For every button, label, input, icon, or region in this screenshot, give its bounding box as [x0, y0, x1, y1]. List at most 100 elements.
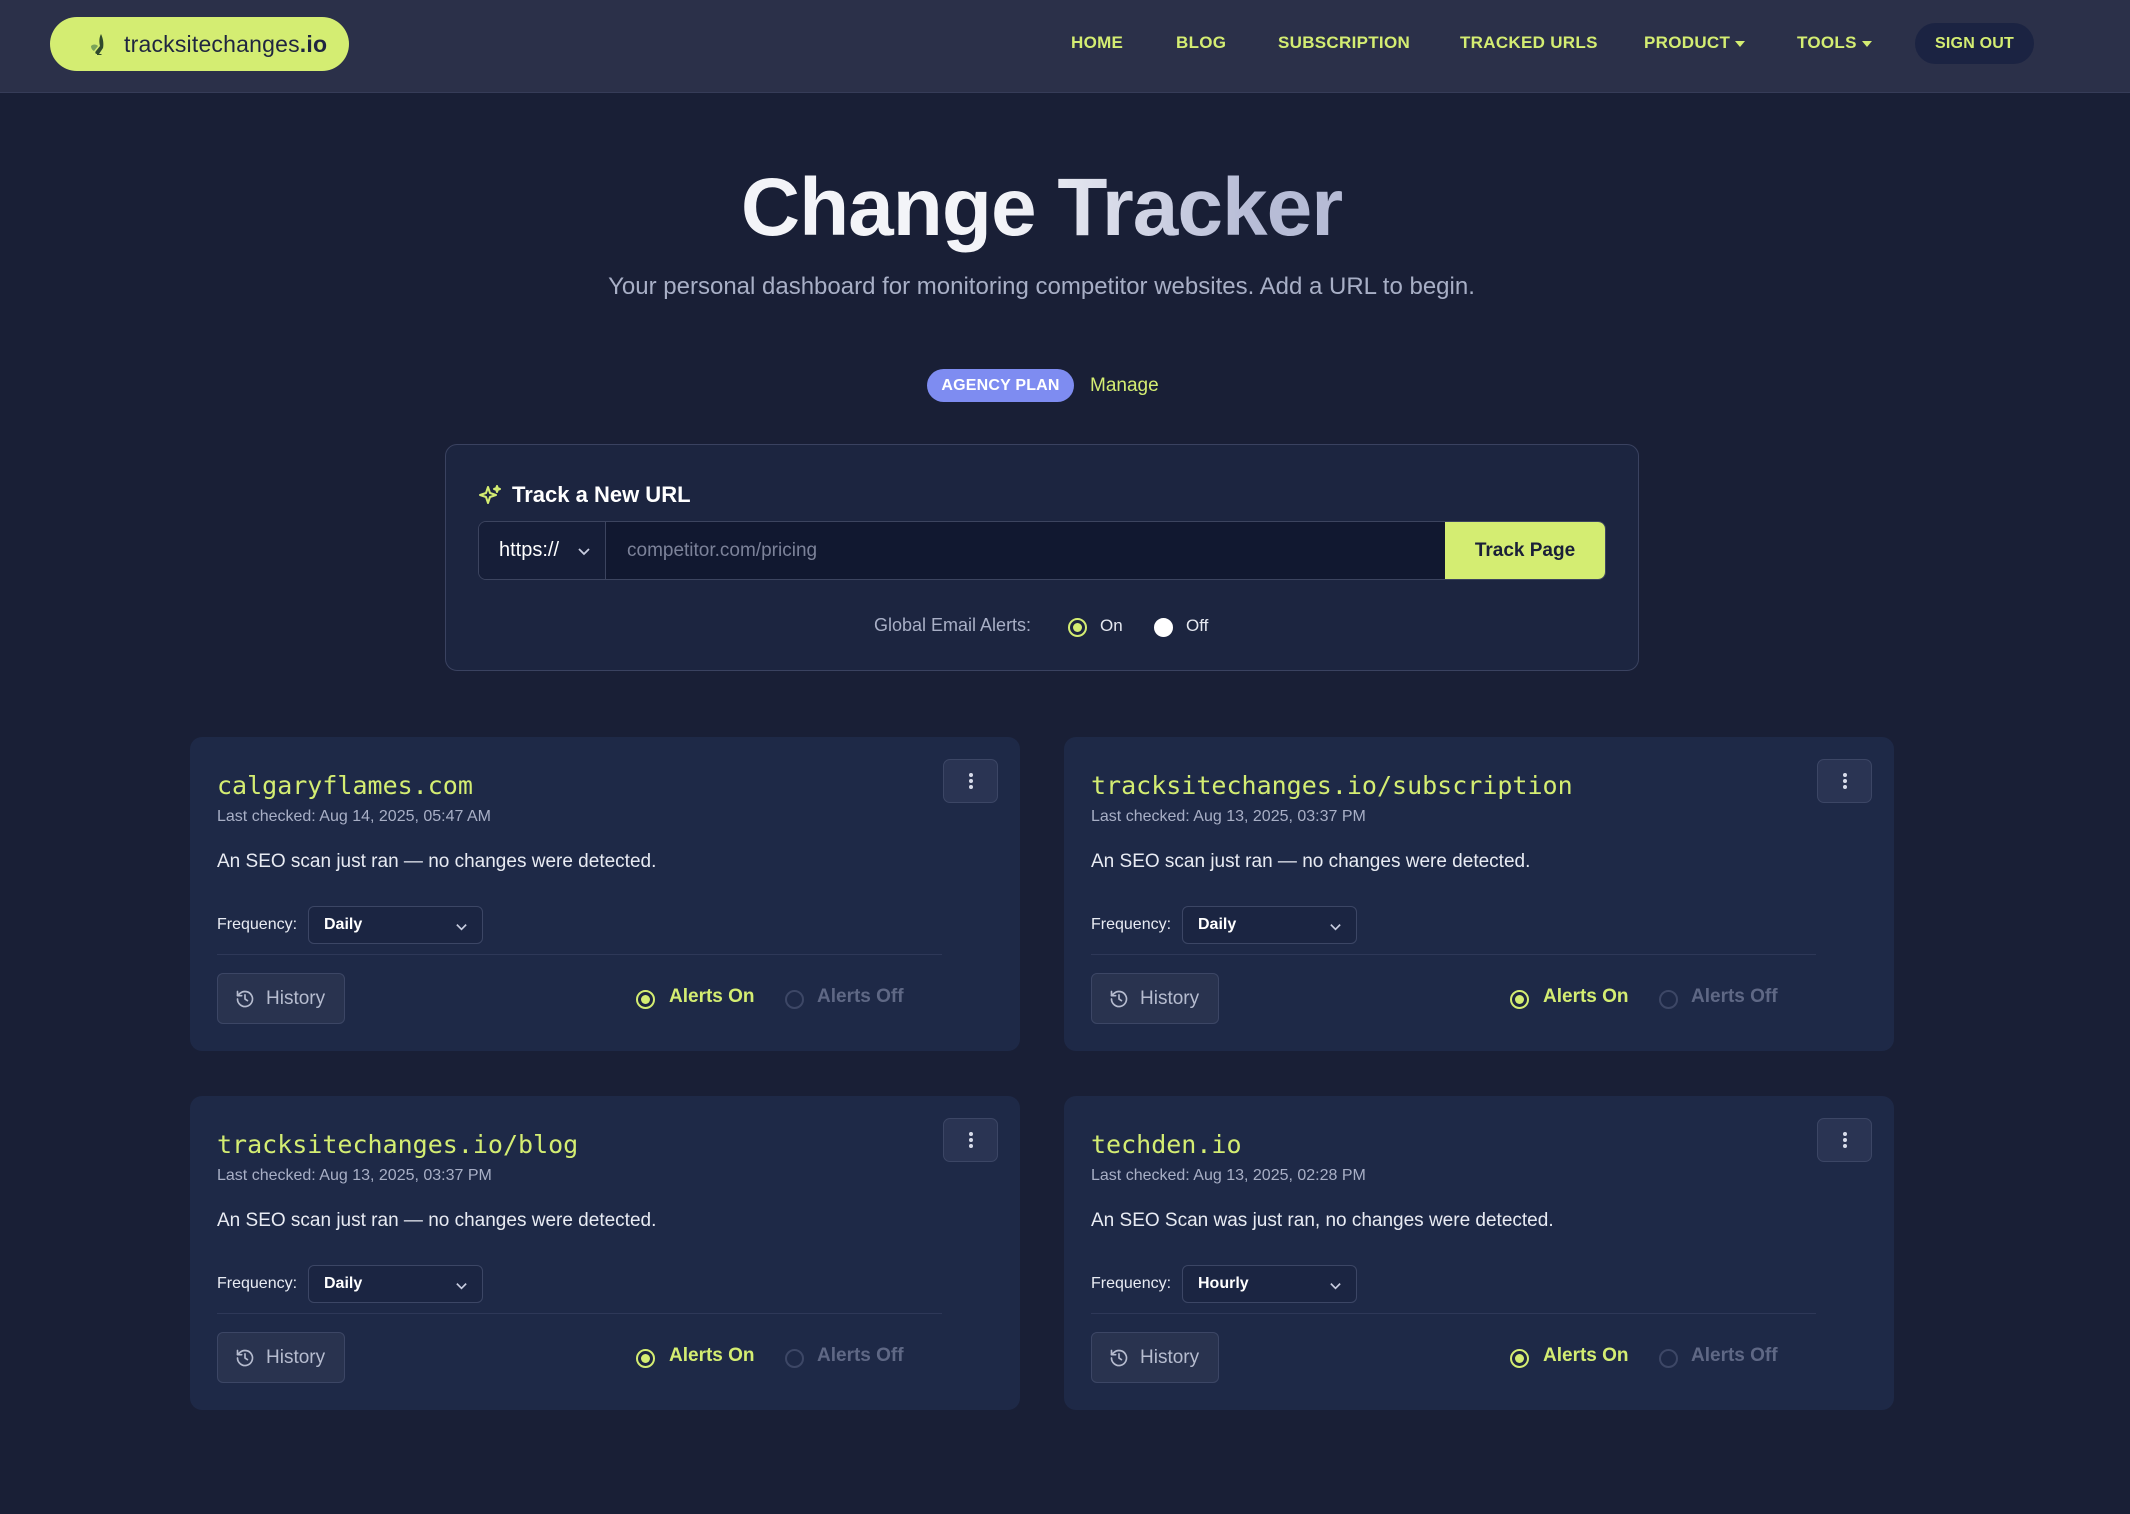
history-icon	[236, 1349, 254, 1367]
alerts-off-label[interactable]: Alerts Off	[1691, 1345, 1778, 1367]
page-subtitle: Your personal dashboard for monitoring c…	[608, 273, 1475, 300]
alerts-on-radio[interactable]	[1510, 1349, 1529, 1368]
alerts-off-radio[interactable]	[785, 1349, 804, 1368]
scan-status: An SEO Scan was just ran, no changes wer…	[1091, 1210, 1554, 1231]
track-heading: Track a New URL	[478, 479, 691, 511]
manage-plan-link[interactable]: Manage	[1090, 372, 1159, 400]
global-alerts-row: Global Email Alerts: On Off	[446, 613, 1640, 643]
caret-down-icon	[1735, 40, 1746, 47]
frequency-select[interactable]: Daily	[308, 906, 483, 944]
last-checked: Last checked: Aug 13, 2025, 03:37 PM	[217, 1167, 492, 1184]
alerts-on-radio[interactable]	[636, 990, 655, 1009]
alerts-off-label[interactable]: Alerts Off	[817, 986, 904, 1008]
frequency-select[interactable]: Daily	[308, 1265, 483, 1303]
alerts-on-radio[interactable]	[1510, 990, 1529, 1009]
last-checked: Last checked: Aug 14, 2025, 05:47 AM	[217, 808, 491, 825]
brand-name-suffix: .io	[299, 31, 328, 57]
global-alerts-off-radio[interactable]	[1154, 618, 1173, 637]
more-vertical-icon	[1842, 1132, 1847, 1148]
chevron-down-icon	[578, 548, 590, 556]
global-alerts-on-label[interactable]: On	[1100, 616, 1123, 636]
nav-blog[interactable]: BLOG	[1176, 30, 1226, 56]
tracked-url-card: tracksitechanges.io/subscription Last ch…	[1064, 737, 1894, 1051]
alerts-on-label[interactable]: Alerts On	[669, 986, 755, 1008]
alerts-on-label[interactable]: Alerts On	[669, 1345, 755, 1367]
sign-out-button[interactable]: SIGN OUT	[1915, 23, 2034, 64]
nav-tracked-urls[interactable]: TRACKED URLS	[1460, 30, 1598, 56]
alerts-off-radio[interactable]	[1659, 990, 1678, 1009]
nav-subscription[interactable]: SUBSCRIPTION	[1278, 30, 1410, 56]
caret-down-icon	[1861, 40, 1872, 47]
tracked-url-card: techden.io Last checked: Aug 13, 2025, 0…	[1064, 1096, 1894, 1410]
page-title: Change Tracker	[0, 158, 2083, 258]
frequency-label: Frequency:	[1091, 916, 1172, 933]
frequency-value: Hourly	[1198, 1275, 1249, 1292]
nav-home[interactable]: HOME	[1071, 30, 1123, 56]
frequency-select[interactable]: Hourly	[1182, 1265, 1357, 1303]
card-menu-button[interactable]	[1817, 759, 1872, 803]
history-button[interactable]: History	[1091, 973, 1219, 1024]
nav-tools-dropdown[interactable]: TOOLS	[1797, 30, 1872, 56]
more-vertical-icon	[968, 1132, 973, 1148]
alerts-off-label[interactable]: Alerts Off	[817, 1345, 904, 1367]
card-divider	[1091, 1313, 1816, 1314]
track-new-url-card: Track a New URL https:// Track Page Glob…	[445, 444, 1639, 671]
top-navbar: tracksitechanges.io HOME BLOG SUBSCRIPTI…	[0, 0, 2130, 93]
more-vertical-icon	[968, 773, 973, 789]
tracked-url[interactable]: techden.io	[1091, 1130, 1242, 1159]
last-checked: Last checked: Aug 13, 2025, 03:37 PM	[1091, 808, 1366, 825]
brand-name-prefix: tracksitechanges	[124, 31, 300, 57]
frequency-label: Frequency:	[217, 916, 298, 933]
history-button[interactable]: History	[217, 1332, 345, 1383]
tracked-url[interactable]: tracksitechanges.io/subscription	[1091, 771, 1573, 800]
alerts-on-label[interactable]: Alerts On	[1543, 986, 1629, 1008]
alerts-off-radio[interactable]	[1659, 1349, 1678, 1368]
protocol-select[interactable]: https://	[479, 522, 606, 579]
tracked-url-card: tracksitechanges.io/blog Last checked: A…	[190, 1096, 1020, 1410]
frequency-select[interactable]: Daily	[1182, 906, 1357, 944]
url-input-group: https:// Track Page	[478, 521, 1606, 580]
plan-badge: AGENCY PLAN	[927, 369, 1074, 402]
chevron-down-icon	[1330, 924, 1341, 931]
card-divider	[1091, 954, 1816, 955]
global-alerts-off-label[interactable]: Off	[1186, 616, 1208, 636]
card-menu-button[interactable]	[1817, 1118, 1872, 1162]
alerts-off-radio[interactable]	[785, 990, 804, 1009]
protocol-value: https://	[499, 539, 560, 561]
global-alerts-label: Global Email Alerts:	[874, 615, 1032, 635]
url-input[interactable]	[607, 522, 1447, 579]
nav-product-label: PRODUCT	[1644, 33, 1731, 52]
history-label: History	[266, 988, 326, 1009]
more-vertical-icon	[1842, 773, 1847, 789]
global-alerts-on-radio[interactable]	[1068, 618, 1087, 637]
frequency-value: Daily	[1198, 916, 1237, 933]
history-icon	[1110, 1349, 1128, 1367]
frequency-label: Frequency:	[217, 1275, 298, 1292]
track-page-button[interactable]: Track Page	[1445, 522, 1605, 579]
history-label: History	[1140, 1347, 1200, 1368]
card-divider	[217, 954, 942, 955]
tracked-url-card: calgaryflames.com Last checked: Aug 14, …	[190, 737, 1020, 1051]
tracked-url[interactable]: calgaryflames.com	[217, 771, 473, 800]
history-button[interactable]: History	[217, 973, 345, 1024]
last-checked: Last checked: Aug 13, 2025, 02:28 PM	[1091, 1167, 1366, 1184]
alerts-off-label[interactable]: Alerts Off	[1691, 986, 1778, 1008]
history-button[interactable]: History	[1091, 1332, 1219, 1383]
nav-product-dropdown[interactable]: PRODUCT	[1644, 30, 1746, 56]
chevron-down-icon	[456, 1283, 467, 1290]
brand-logo[interactable]: tracksitechanges.io	[50, 17, 349, 71]
tracked-url[interactable]: tracksitechanges.io/blog	[217, 1130, 578, 1159]
alerts-on-label[interactable]: Alerts On	[1543, 1345, 1629, 1367]
scan-status: An SEO scan just ran — no changes were d…	[1091, 851, 1531, 872]
bird-icon	[91, 34, 104, 55]
history-icon	[236, 990, 254, 1008]
alerts-on-radio[interactable]	[636, 1349, 655, 1368]
scan-status: An SEO scan just ran — no changes were d…	[217, 851, 657, 872]
chevron-down-icon	[1330, 1283, 1341, 1290]
sparkle-icon	[479, 485, 501, 504]
card-menu-button[interactable]	[943, 759, 998, 803]
frequency-label: Frequency:	[1091, 1275, 1172, 1292]
card-menu-button[interactable]	[943, 1118, 998, 1162]
frequency-value: Daily	[324, 1275, 363, 1292]
history-label: History	[266, 1347, 326, 1368]
